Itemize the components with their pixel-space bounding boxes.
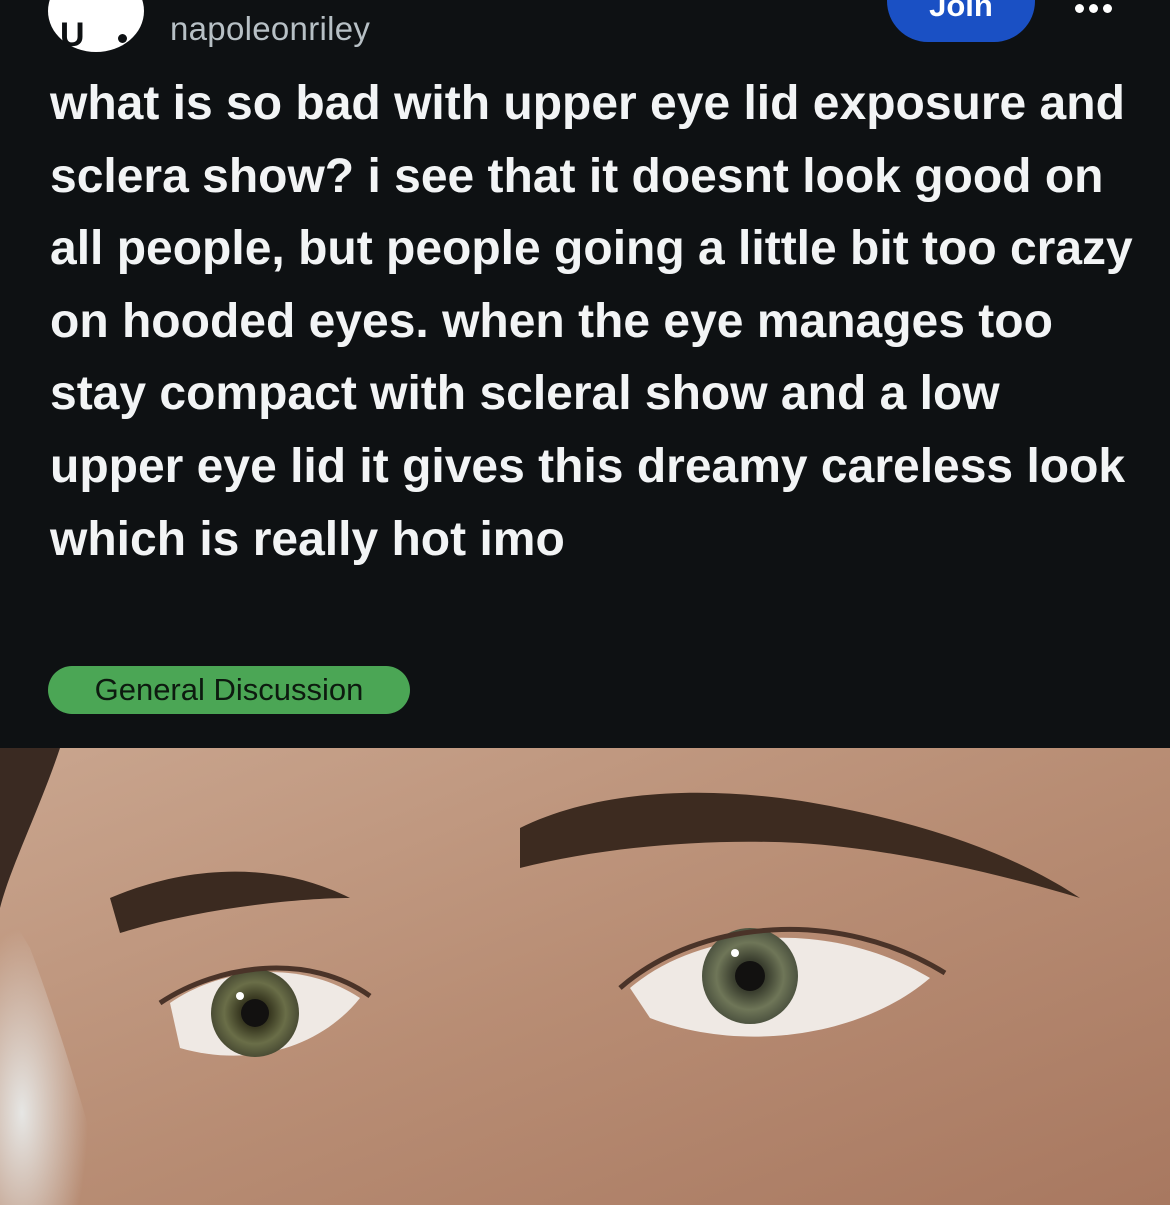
community-avatar-glyph: U [60, 16, 85, 54]
community-avatar-dot [118, 34, 127, 43]
more-dot [1089, 4, 1098, 13]
author-username[interactable]: napoleonriley [170, 10, 370, 48]
more-dot [1103, 4, 1112, 13]
post-title[interactable]: what is so bad with upper eye lid exposu… [50, 68, 1140, 576]
eyes-closeup-image [0, 748, 1170, 1205]
post-image[interactable] [0, 748, 1170, 1205]
post-flair[interactable]: General Discussion [48, 666, 410, 714]
more-dot [1075, 4, 1084, 13]
post-header: U napoleonriley Join [0, 0, 1170, 60]
more-options-icon[interactable] [1075, 4, 1115, 18]
join-button[interactable]: Join [887, 0, 1035, 42]
